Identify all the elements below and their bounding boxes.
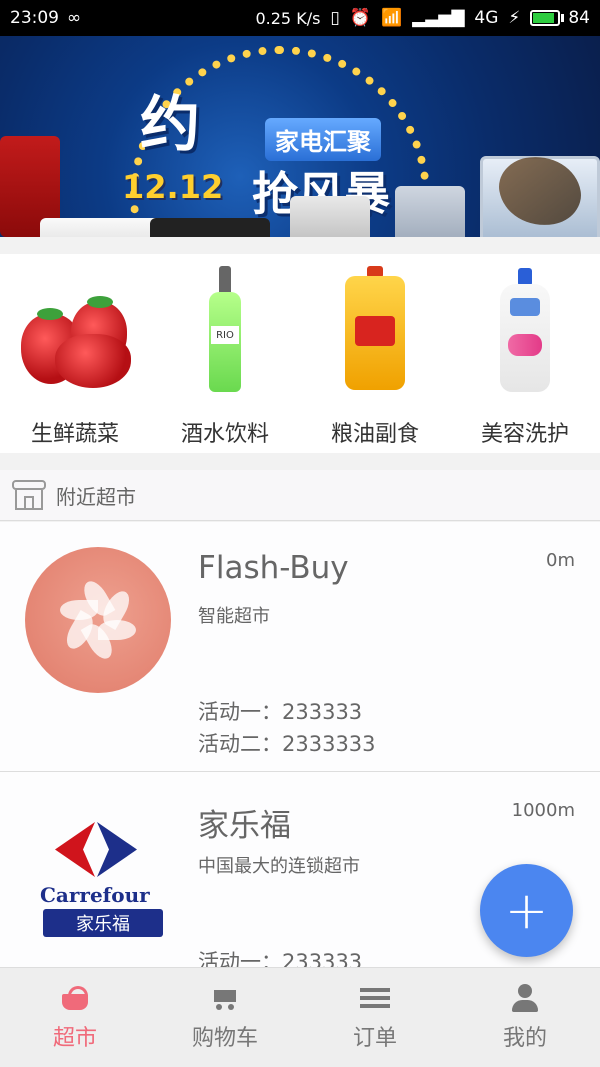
carrefour-logo-cn: 家乐福 <box>43 909 163 937</box>
store-desc: 智能超市 <box>198 606 270 627</box>
user-icon <box>510 983 540 1012</box>
store-name: Flash-Buy <box>198 550 349 586</box>
category-beauty[interactable]: 美容洗护 <box>450 254 600 453</box>
nav-orders[interactable]: 订单 <box>300 968 450 1067</box>
store-icon <box>12 478 46 512</box>
battery: 84 <box>530 8 590 28</box>
promo-banner[interactable]: 约 家电汇聚 12.12 抢风暴 <box>0 36 600 237</box>
network-type: 4G <box>474 8 499 28</box>
category-drinks[interactable]: RIO 酒水饮料 <box>150 254 300 453</box>
drink-bottle-icon: RIO <box>207 266 243 392</box>
store-distance: 0m <box>546 550 575 571</box>
wifi-icon: 📶 <box>380 8 403 28</box>
time: 23:09 <box>10 8 59 28</box>
category-grain-oil[interactable]: 粮油副食 <box>300 254 450 453</box>
nav-profile[interactable]: 我的 <box>450 968 600 1067</box>
carrefour-logo-text: Carrefour <box>40 883 150 907</box>
store-activity: 活动一：233333 <box>198 700 363 724</box>
category-label: 美容洗护 <box>480 422 569 447</box>
category-label: 酒水饮料 <box>180 422 269 447</box>
alarm-icon: ⏰ <box>349 8 371 28</box>
signal-icon: ▂▃▅▇ <box>412 8 465 28</box>
nav-supermarket[interactable]: 超市 <box>0 968 150 1067</box>
network-speed: 0.25 K/s <box>255 8 321 28</box>
cart-icon <box>210 984 240 1012</box>
store-desc: 中国最大的连锁超市 <box>198 856 360 877</box>
swirl-icon <box>60 577 136 663</box>
carrefour-logo: Carrefour 家乐福 <box>25 797 171 943</box>
category-fresh[interactable]: 生鲜蔬菜 <box>0 254 150 453</box>
category-label: 粮油副食 <box>330 422 419 447</box>
battery-level: 84 <box>568 8 590 28</box>
infinity-icon: ∞ <box>67 8 82 28</box>
nav-label: 订单 <box>352 1025 397 1051</box>
nav-label: 购物车 <box>191 1025 258 1051</box>
nearby-title: 附近超市 <box>56 484 136 509</box>
banner-tag: 家电汇聚 <box>265 118 381 161</box>
shampoo-bottle-icon <box>500 268 550 392</box>
oil-jug-icon <box>345 266 405 390</box>
rice-cooker-image <box>290 196 370 237</box>
bottom-nav: 超市 购物车 订单 我的 <box>0 967 600 1067</box>
store-name: 家乐福 <box>198 808 291 844</box>
basket-icon <box>60 984 90 1012</box>
strawberry-icon <box>15 294 135 389</box>
banner-date: 12.12 <box>122 168 224 206</box>
store-distance: 1000m <box>511 800 575 821</box>
list-icon <box>360 984 390 1012</box>
banner-headline: 约 <box>140 90 200 160</box>
nav-label: 我的 <box>502 1025 547 1051</box>
nav-label: 超市 <box>52 1025 97 1051</box>
flash-buy-logo <box>25 547 171 693</box>
washing-machine-image <box>395 186 465 237</box>
cooktop-image <box>150 218 270 237</box>
plus-icon: + <box>504 880 549 941</box>
status-bar: 23:09 ∞ 0.25 K/s ▯ ⏰ 📶 ▂▃▅▇ 4G ⚡ 84 <box>0 0 600 36</box>
store-activity: 活动二：2333333 <box>198 732 376 756</box>
add-fab-button[interactable]: + <box>480 864 573 957</box>
category-grid: 生鲜蔬菜 RIO 酒水饮料 粮油副食 美容洗护 <box>0 254 600 453</box>
store-activity: 活动一：233333 <box>198 950 363 967</box>
vibrate-icon: ▯ <box>330 8 340 28</box>
nav-cart[interactable]: 购物车 <box>150 968 300 1067</box>
battery-icon <box>530 10 561 26</box>
store-card-flash-buy[interactable]: Flash-Buy 智能超市 活动一：233333 活动二：2333333 0m <box>0 522 600 772</box>
carrefour-mark-icon <box>55 822 140 877</box>
category-label: 生鲜蔬菜 <box>30 422 119 447</box>
nearby-header: 附近超市 <box>0 470 600 521</box>
charging-icon: ⚡ <box>508 8 521 28</box>
